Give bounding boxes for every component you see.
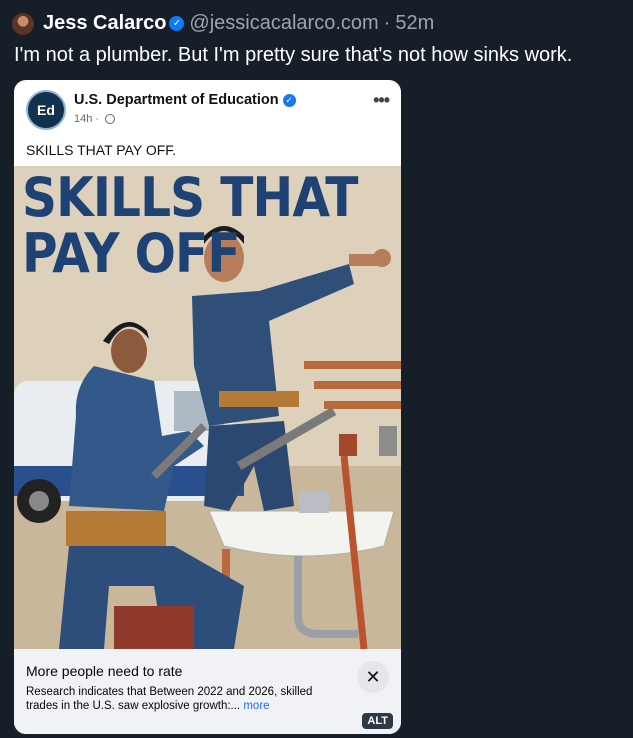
headline-line-2: PAY OFF: [22, 222, 241, 285]
department-logo[interactable]: Ed: [26, 90, 66, 130]
author-name[interactable]: Jess Calarco: [43, 12, 166, 35]
alt-badge[interactable]: ALT: [362, 713, 393, 729]
close-icon: ✕: [365, 666, 381, 687]
globe-icon: [105, 114, 116, 124]
embedded-post-card[interactable]: Ed U.S. Department of Education ✓ 14h · …: [14, 80, 401, 734]
headline-line-1: SKILLS THAT: [22, 166, 358, 229]
separator: ·: [383, 12, 391, 34]
more-horizontal-icon[interactable]: •••: [373, 90, 390, 111]
post-text: I'm not a plumber. But I'm pretty sure t…: [14, 44, 573, 66]
embed-header: Ed U.S. Department of Education ✓ 14h · …: [14, 80, 401, 138]
footer-title: More people need to rate: [26, 663, 183, 679]
close-button[interactable]: ✕: [357, 661, 389, 693]
footer-description: Research indicates that Between 2022 and…: [26, 685, 326, 713]
sink: [208, 510, 395, 557]
card-footer: More people need to rate Research indica…: [14, 649, 401, 734]
embed-post-meta: 14h ·: [74, 113, 116, 125]
ad-image[interactable]: SKILLS THAT PAY OFF: [14, 166, 401, 649]
author-handle[interactable]: @jessicacalarco.com: [189, 12, 378, 35]
post-header: Jess Calarco ✓ @jessicacalarco.com · 52m: [12, 12, 434, 35]
avatar[interactable]: [12, 12, 34, 35]
ad-headline: SKILLS THAT PAY OFF: [22, 170, 358, 282]
embed-post-time[interactable]: 14h: [74, 113, 92, 125]
verified-icon: ✓: [282, 93, 296, 107]
verified-icon: ✓: [169, 16, 185, 31]
logo-text: Ed: [37, 102, 55, 118]
page-name-label: U.S. Department of Education: [74, 92, 279, 108]
page-name[interactable]: U.S. Department of Education ✓: [74, 92, 296, 108]
more-link[interactable]: more: [243, 700, 269, 712]
meta-separator: ·: [95, 113, 100, 125]
post-timestamp[interactable]: 52m: [395, 12, 434, 35]
embed-caption: SKILLS THAT PAY OFF.: [26, 142, 177, 158]
